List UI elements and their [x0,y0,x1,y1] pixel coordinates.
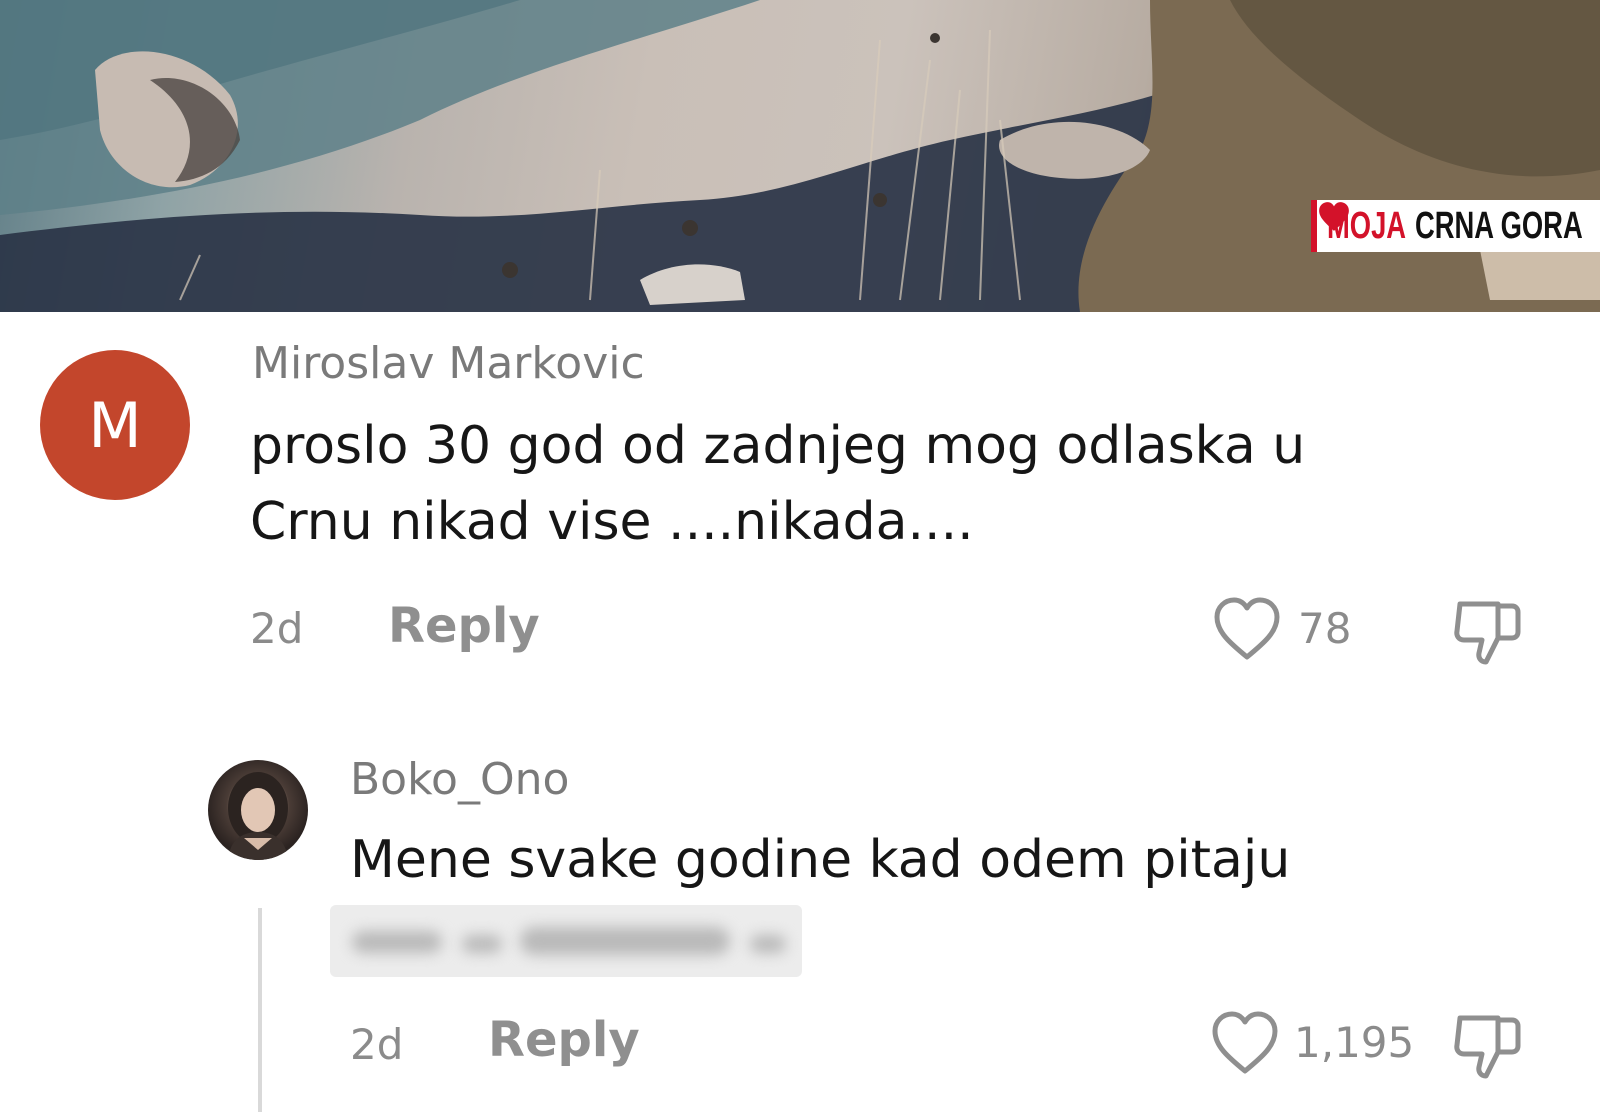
comment-time: 2d [250,604,304,653]
comment-text-line: Mene svake godine kad odem pitaju [350,830,1291,890]
thread-line [258,908,262,1112]
comments-screen: MOJA CRNA GORA M Miroslav Markovic prosl… [0,0,1600,1112]
channel-logo: MOJA CRNA GORA [1311,200,1600,252]
thumbs-down-icon[interactable] [1450,596,1526,668]
comment-text-line: Crnu nikad vise ....nikada.... [250,492,974,552]
comment-time: 2d [350,1020,404,1069]
thumbs-down-icon[interactable] [1450,1010,1526,1082]
avatar[interactable]: M [40,350,190,500]
comment-author[interactable]: Boko_Ono [350,754,569,805]
reply-button[interactable]: Reply [488,1012,640,1068]
reply-button[interactable]: Reply [388,598,540,654]
comment-author[interactable]: Miroslav Markovic [252,338,645,389]
heart-outline-icon[interactable] [1212,596,1282,662]
video-frame[interactable]: MOJA CRNA GORA [0,0,1600,312]
logo-word-crna-gora: CRNA GORA [1415,204,1583,247]
logo-word-moja: MOJA [1327,204,1407,247]
profile-photo-image [228,772,288,860]
avatar[interactable] [208,760,308,860]
blurred-redacted-text [330,905,802,977]
avatar-letter: M [88,388,142,462]
heart-outline-icon[interactable] [1210,1010,1280,1076]
landscape-image [0,0,1600,312]
like-count: 1,195 [1294,1018,1415,1067]
comment-text-line: proslo 30 god od zadnjeg mog odlaska u [250,416,1306,476]
like-count: 78 [1298,604,1352,653]
